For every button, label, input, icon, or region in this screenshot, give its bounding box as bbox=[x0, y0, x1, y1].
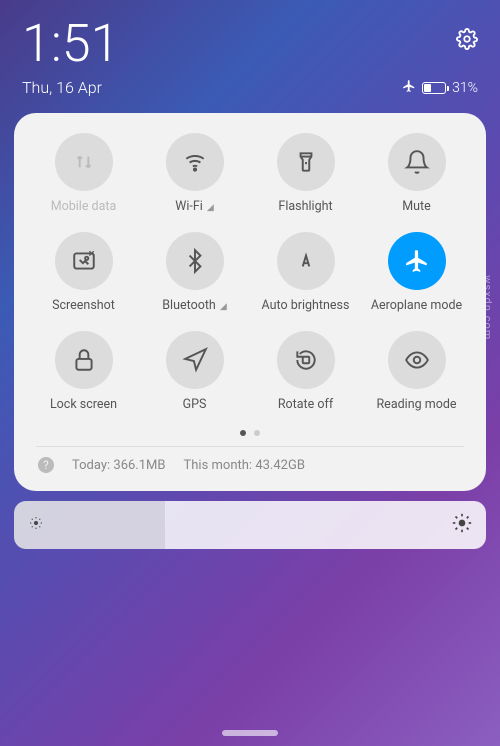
toggle-mute[interactable]: Mute bbox=[361, 133, 472, 214]
toggle-label: Bluetooth◢ bbox=[162, 298, 226, 313]
flashlight-icon bbox=[277, 133, 335, 191]
quick-settings-panel: Mobile data Wi-Fi◢ Flashlight Mute Screensho… bbox=[14, 113, 486, 491]
battery-icon bbox=[422, 82, 446, 94]
screenshot-icon bbox=[55, 232, 113, 290]
data-usage-row[interactable]: ? Today: 366.1MB This month: 43.42GB bbox=[22, 457, 478, 479]
toggle-label: Reading mode bbox=[376, 397, 456, 412]
brightness-low-icon bbox=[28, 515, 44, 535]
home-indicator[interactable] bbox=[222, 730, 278, 736]
toggle-label: Aeroplane mode bbox=[371, 298, 462, 313]
toggle-label: GPS bbox=[183, 397, 207, 412]
toggle-auto-brightness[interactable]: Auto brightness bbox=[250, 232, 361, 313]
status-date: Thu, 16 Apr bbox=[22, 78, 102, 97]
mobile-data-icon bbox=[55, 133, 113, 191]
airplane-status-icon bbox=[402, 79, 416, 97]
aeroplane-mode-icon bbox=[388, 232, 446, 290]
reading-mode-icon bbox=[388, 331, 446, 389]
rotate-off-icon bbox=[277, 331, 335, 389]
brightness-high-icon bbox=[452, 513, 472, 537]
toggle-mobile-data[interactable]: Mobile data bbox=[28, 133, 139, 214]
brightness-slider[interactable] bbox=[14, 501, 486, 549]
divider bbox=[36, 446, 464, 447]
page-dot-2 bbox=[254, 430, 260, 436]
toggle-aeroplane-mode[interactable]: Aeroplane mode bbox=[361, 232, 472, 313]
lock-screen-icon bbox=[55, 331, 113, 389]
toggle-grid: Mobile data Wi-Fi◢ Flashlight Mute Screensho… bbox=[22, 133, 478, 422]
toggle-rotate-off[interactable]: Rotate off bbox=[250, 331, 361, 412]
toggle-flashlight[interactable]: Flashlight bbox=[250, 133, 361, 214]
signal-indicator-icon: ◢ bbox=[207, 203, 214, 213]
mute-icon bbox=[388, 133, 446, 191]
signal-indicator-icon: ◢ bbox=[220, 302, 227, 312]
toggle-bluetooth[interactable]: Bluetooth◢ bbox=[139, 232, 250, 313]
data-usage-month: This month: 43.42GB bbox=[184, 458, 305, 473]
toggle-gps[interactable]: GPS bbox=[139, 331, 250, 412]
toggle-screenshot[interactable]: Screenshot bbox=[28, 232, 139, 313]
status-right: 31% bbox=[402, 79, 478, 97]
battery-percent: 31% bbox=[452, 80, 478, 96]
auto-brightness-icon bbox=[277, 232, 335, 290]
toggle-reading-mode[interactable]: Reading mode bbox=[361, 331, 472, 412]
toggle-label: Mobile data bbox=[51, 199, 117, 214]
toggle-label: Mute bbox=[402, 199, 431, 214]
toggle-label: Lock screen bbox=[50, 397, 117, 412]
data-usage-today: Today: 366.1MB bbox=[72, 458, 166, 473]
toggle-label: Wi-Fi◢ bbox=[175, 199, 213, 214]
wifi-icon bbox=[166, 133, 224, 191]
settings-gear-icon[interactable] bbox=[456, 28, 478, 54]
bluetooth-icon bbox=[166, 232, 224, 290]
info-icon: ? bbox=[38, 457, 54, 473]
toggle-label: Screenshot bbox=[52, 298, 115, 313]
watermark: wsxdn.com bbox=[481, 275, 494, 340]
toggle-label: Auto brightness bbox=[262, 298, 350, 313]
toggle-label: Flashlight bbox=[278, 199, 332, 214]
page-indicator[interactable] bbox=[22, 422, 478, 446]
page-dot-1 bbox=[240, 430, 246, 436]
gps-icon bbox=[166, 331, 224, 389]
toggle-wifi[interactable]: Wi-Fi◢ bbox=[139, 133, 250, 214]
clock-time: 1:51 bbox=[22, 18, 478, 70]
toggle-lock-screen[interactable]: Lock screen bbox=[28, 331, 139, 412]
toggle-label: Rotate off bbox=[278, 397, 333, 412]
status-bar: 1:51 Thu, 16 Apr 31% bbox=[0, 0, 500, 97]
